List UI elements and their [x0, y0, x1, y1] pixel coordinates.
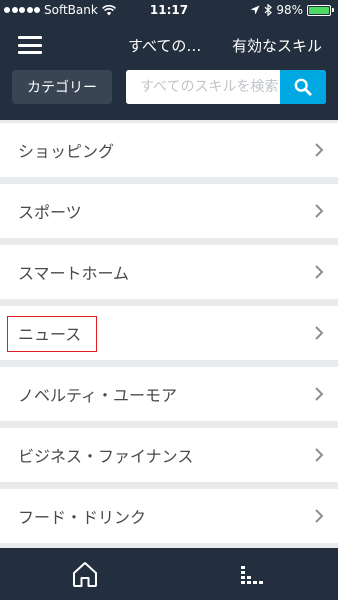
list-item-smart-home[interactable]: スマートホーム [0, 245, 338, 299]
category-button[interactable]: カテゴリー [12, 70, 112, 104]
list-item-shopping[interactable]: ショッピング [0, 123, 338, 177]
list-item-novelty-humor[interactable]: ノベルティ・ユーモア [0, 367, 338, 421]
chevron-right-icon [315, 509, 324, 523]
list-item-news[interactable]: ニュース [0, 306, 338, 360]
location-icon [250, 5, 260, 15]
battery-percent: 98% [276, 3, 303, 17]
hamburger-icon [18, 36, 42, 39]
list-item-sports[interactable]: スポーツ [0, 184, 338, 238]
queue-icon [241, 566, 263, 584]
home-icon [73, 562, 97, 587]
battery-icon [307, 4, 334, 16]
menu-button[interactable] [18, 36, 42, 54]
list-item-label: ニュース [18, 325, 82, 344]
app-header: すべての… 有効なスキル カテゴリー [0, 22, 338, 120]
tab-home[interactable] [70, 560, 100, 588]
chevron-right-icon [315, 265, 324, 279]
search-icon [294, 78, 312, 96]
list-item-label: フード・ドリンク [18, 508, 147, 527]
chevron-right-icon [315, 326, 324, 340]
page-title: すべての… [128, 37, 202, 55]
chevron-right-icon [315, 387, 324, 401]
list-item-food-drink[interactable]: フード・ドリンク [0, 489, 338, 543]
list-item-label: ショッピング [18, 142, 115, 161]
search-button[interactable] [280, 70, 326, 104]
list-item-business-finance[interactable]: ビジネス・ファイナンス [0, 428, 338, 482]
chevron-right-icon [315, 143, 324, 157]
list-item-label: ビジネス・ファイナンス [18, 447, 194, 466]
bottom-tab-bar [0, 548, 338, 600]
search-input[interactable] [126, 70, 280, 104]
tab-queue[interactable] [238, 562, 268, 588]
chevron-right-icon [315, 448, 324, 462]
list-item-label: スマートホーム [18, 264, 130, 283]
list-item-label: スポーツ [18, 203, 82, 222]
status-right: 98% [250, 3, 334, 17]
enabled-skills-link[interactable]: 有効なスキル [232, 35, 322, 56]
list-item-label: ノベルティ・ユーモア [18, 386, 178, 405]
search-box [126, 70, 326, 104]
chevron-right-icon [315, 204, 324, 218]
status-bar: SoftBank 11:17 98% [0, 0, 338, 22]
bluetooth-icon [264, 4, 273, 16]
